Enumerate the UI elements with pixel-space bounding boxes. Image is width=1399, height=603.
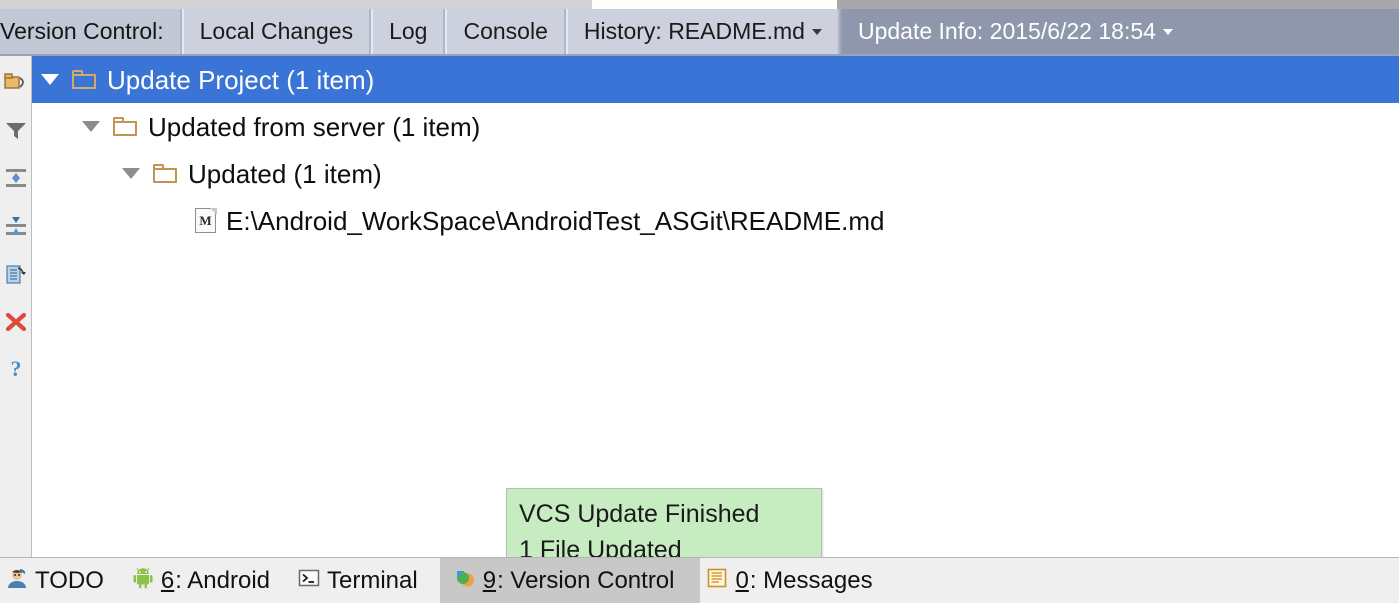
tree-node-updated[interactable]: Updated (1 item) <box>32 150 1399 197</box>
android-icon <box>132 567 154 594</box>
help-icon: ? <box>6 356 26 387</box>
version-control-icon <box>454 567 476 594</box>
content-area: ? Update Project (1 item) Updated from s… <box>0 56 1399 557</box>
version-control-tool-window: Version Control: Local Changes Log Conso… <box>0 0 1399 603</box>
folder-icon <box>153 163 179 184</box>
status-bar-item-label: : Messages <box>749 566 873 594</box>
tree-node-label: Updated from server (1 item) <box>148 111 481 142</box>
status-bar-item-label: TODO <box>35 566 104 594</box>
editor-bottom-edge <box>0 0 1399 10</box>
status-bar-item-label: : Android <box>175 566 270 594</box>
tab-console[interactable]: Console <box>445 9 566 54</box>
expand-arrow-icon[interactable] <box>41 74 59 85</box>
todo-icon <box>6 567 28 594</box>
folder-icon <box>72 69 98 90</box>
tree-node-label: Update Project (1 item) <box>107 64 375 95</box>
terminal-icon <box>298 567 320 594</box>
tab-update-info[interactable]: Update Info: 2015/6/22 18:54 <box>839 9 1399 54</box>
status-bar-item-mnemonic: 6 <box>160 566 175 594</box>
chevron-down-icon[interactable] <box>1162 28 1173 35</box>
tool-window-toolbar: ? <box>0 56 32 557</box>
group-by-directory-icon <box>3 72 28 97</box>
show-history-icon <box>4 262 28 291</box>
status-bar-item-todo[interactable]: TODO <box>0 558 126 603</box>
tab-log[interactable]: Log <box>371 9 446 54</box>
status-bar-item-android[interactable]: 6 : Android <box>126 558 292 603</box>
notification-title: VCS Update Finished <box>519 500 760 528</box>
collapse-all-icon <box>5 215 27 242</box>
status-bar-item-version-control[interactable]: 9 : Version Control <box>439 558 701 603</box>
close-button[interactable] <box>2 300 30 348</box>
tab-local-changes[interactable]: Local Changes <box>181 9 372 54</box>
tree-node-readme-file[interactable]: M E:\Android_WorkSpace\AndroidTest_ASGit… <box>32 197 1399 244</box>
collapse-all-button[interactable] <box>2 204 30 252</box>
expand-all-button[interactable] <box>2 156 30 204</box>
expand-all-icon <box>5 167 27 194</box>
show-history-button[interactable] <box>2 252 30 300</box>
tab-history-readme-label: History: README.md <box>583 18 805 44</box>
tree-node-label: Updated (1 item) <box>188 158 382 189</box>
tree-node-label: E:\Android_WorkSpace\AndroidTest_ASGit\R… <box>226 205 885 236</box>
tab-local-changes-label: Local Changes <box>199 18 354 44</box>
filter-button[interactable] <box>2 108 30 156</box>
markdown-file-icon-letter: M <box>199 212 212 228</box>
tool-window-title-label: Version Control: <box>0 18 164 44</box>
tool-window-tabstrip: Version Control: Local Changes Log Conso… <box>0 9 1399 56</box>
tab-console-label: Console <box>463 18 548 44</box>
tab-log-label: Log <box>389 18 428 44</box>
status-bar-item-label: : Version Control <box>497 566 675 594</box>
close-icon <box>5 311 27 338</box>
status-bar-item-label: Terminal <box>327 566 418 594</box>
messages-icon <box>706 567 728 594</box>
help-button[interactable]: ? <box>2 348 30 396</box>
markdown-file-icon: M <box>195 207 217 234</box>
svg-text:?: ? <box>10 358 21 381</box>
status-bar: TODO 6 : Android Terminal 9: Version Co… <box>0 557 1399 603</box>
status-bar-item-terminal[interactable]: Terminal <box>292 558 440 603</box>
tree-node-updated-from-server[interactable]: Updated from server (1 item) <box>32 103 1399 150</box>
folder-icon <box>113 116 139 137</box>
tool-window-title: Version Control: <box>0 9 182 54</box>
tree-node-update-project[interactable]: Update Project (1 item) <box>32 56 1399 103</box>
filter-funnel-icon <box>5 120 27 145</box>
expand-arrow-icon[interactable] <box>122 168 140 179</box>
tab-history-readme[interactable]: History: README.md <box>565 9 840 54</box>
status-bar-item-mnemonic: 9 <box>482 566 497 594</box>
status-bar-item-messages[interactable]: 0 : Messages <box>700 558 894 603</box>
chevron-down-icon[interactable] <box>811 28 822 35</box>
status-bar-item-mnemonic: 0 <box>735 566 749 594</box>
update-info-tree[interactable]: Update Project (1 item) Updated from ser… <box>32 56 1399 557</box>
tab-update-info-label: Update Info: 2015/6/22 18:54 <box>857 18 1156 44</box>
group-by-directory-button[interactable] <box>2 60 30 108</box>
expand-arrow-icon[interactable] <box>82 121 100 132</box>
